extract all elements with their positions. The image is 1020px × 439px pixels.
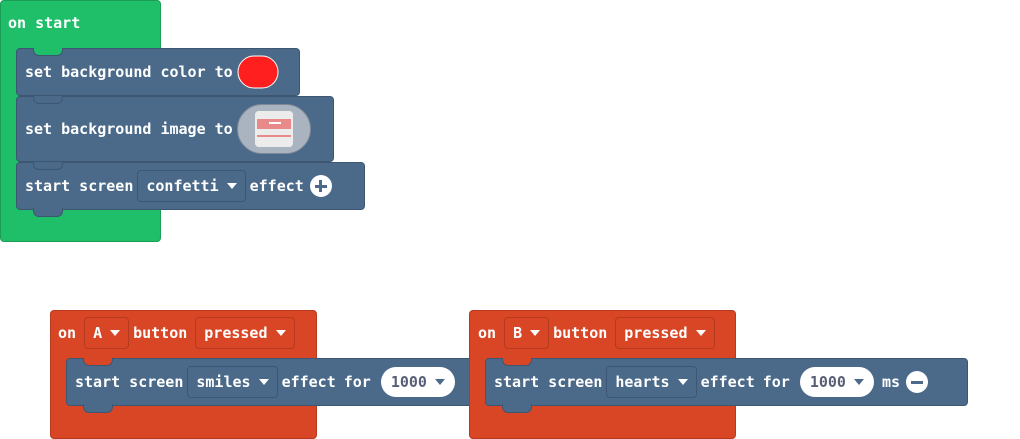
duration-value: 1000 bbox=[809, 373, 846, 391]
start-screen-effect-block[interactable]: start screen confetti effect bbox=[16, 162, 365, 217]
image-thumbnail-icon bbox=[254, 111, 293, 147]
event-dropdown-value: pressed bbox=[204, 324, 268, 342]
color-picker-field[interactable] bbox=[237, 55, 279, 89]
effect-dropdown-value: smiles bbox=[196, 373, 251, 391]
start-screen-label: start screen bbox=[25, 177, 134, 195]
color-swatch-icon bbox=[237, 55, 279, 89]
on-start-label: on start bbox=[8, 14, 81, 32]
for-label: for bbox=[343, 373, 371, 391]
effect-label: effect bbox=[249, 177, 304, 195]
on-button-b-header: on B button pressed bbox=[478, 317, 719, 349]
effect-dropdown-value: hearts bbox=[615, 373, 670, 391]
start-screen-smiles-block[interactable]: start screen smiles effect for 1000 bbox=[66, 358, 472, 413]
duration-input[interactable]: 1000 bbox=[380, 367, 455, 397]
effect-dropdown[interactable]: hearts bbox=[606, 366, 697, 398]
button-a-dropdown[interactable]: A bbox=[84, 317, 130, 349]
set-background-color-block[interactable]: set background color to bbox=[16, 48, 300, 96]
button-dropdown-value: A bbox=[93, 324, 103, 342]
event-a-dropdown[interactable]: pressed bbox=[195, 317, 295, 349]
caret-down-icon bbox=[695, 330, 706, 336]
set-background-color-label: set background color to bbox=[25, 63, 233, 81]
on-label: on bbox=[58, 324, 77, 342]
effect-label: effect bbox=[700, 373, 755, 391]
start-screen-label: start screen bbox=[75, 373, 184, 391]
ms-label: ms bbox=[881, 373, 901, 391]
effect-dropdown[interactable]: confetti bbox=[137, 170, 246, 202]
caret-down-icon bbox=[258, 379, 269, 385]
duration-value: 1000 bbox=[390, 373, 427, 391]
event-dropdown-value: pressed bbox=[624, 324, 688, 342]
duration-input[interactable]: 1000 bbox=[799, 367, 874, 397]
caret-down-icon bbox=[110, 330, 121, 336]
minus-circle-icon[interactable] bbox=[906, 371, 929, 393]
effect-label: effect bbox=[281, 373, 336, 391]
caret-down-icon bbox=[434, 379, 445, 385]
on-label: on bbox=[478, 324, 497, 342]
on-start-header: on start bbox=[8, 12, 80, 34]
caret-down-icon bbox=[530, 330, 541, 336]
start-screen-label: start screen bbox=[494, 373, 603, 391]
for-label: for bbox=[762, 373, 790, 391]
set-background-image-label: set background image to bbox=[25, 120, 233, 138]
caret-down-icon bbox=[226, 183, 237, 189]
plus-circle-icon[interactable] bbox=[309, 175, 332, 197]
button-b-dropdown[interactable]: B bbox=[504, 317, 550, 349]
caret-down-icon bbox=[677, 379, 688, 385]
button-label: button bbox=[133, 324, 188, 342]
image-picker-field[interactable] bbox=[236, 104, 311, 154]
set-background-image-block[interactable]: set background image to bbox=[16, 96, 334, 162]
start-screen-hearts-block[interactable]: start screen hearts effect for 1000 ms bbox=[485, 358, 968, 413]
caret-down-icon bbox=[275, 330, 286, 336]
caret-down-icon bbox=[853, 379, 864, 385]
on-button-a-header: on A button pressed bbox=[58, 317, 299, 349]
effect-dropdown-value: confetti bbox=[146, 177, 219, 195]
effect-dropdown[interactable]: smiles bbox=[187, 366, 278, 398]
event-b-dropdown[interactable]: pressed bbox=[615, 317, 715, 349]
button-label: button bbox=[553, 324, 608, 342]
button-dropdown-value: B bbox=[513, 324, 523, 342]
